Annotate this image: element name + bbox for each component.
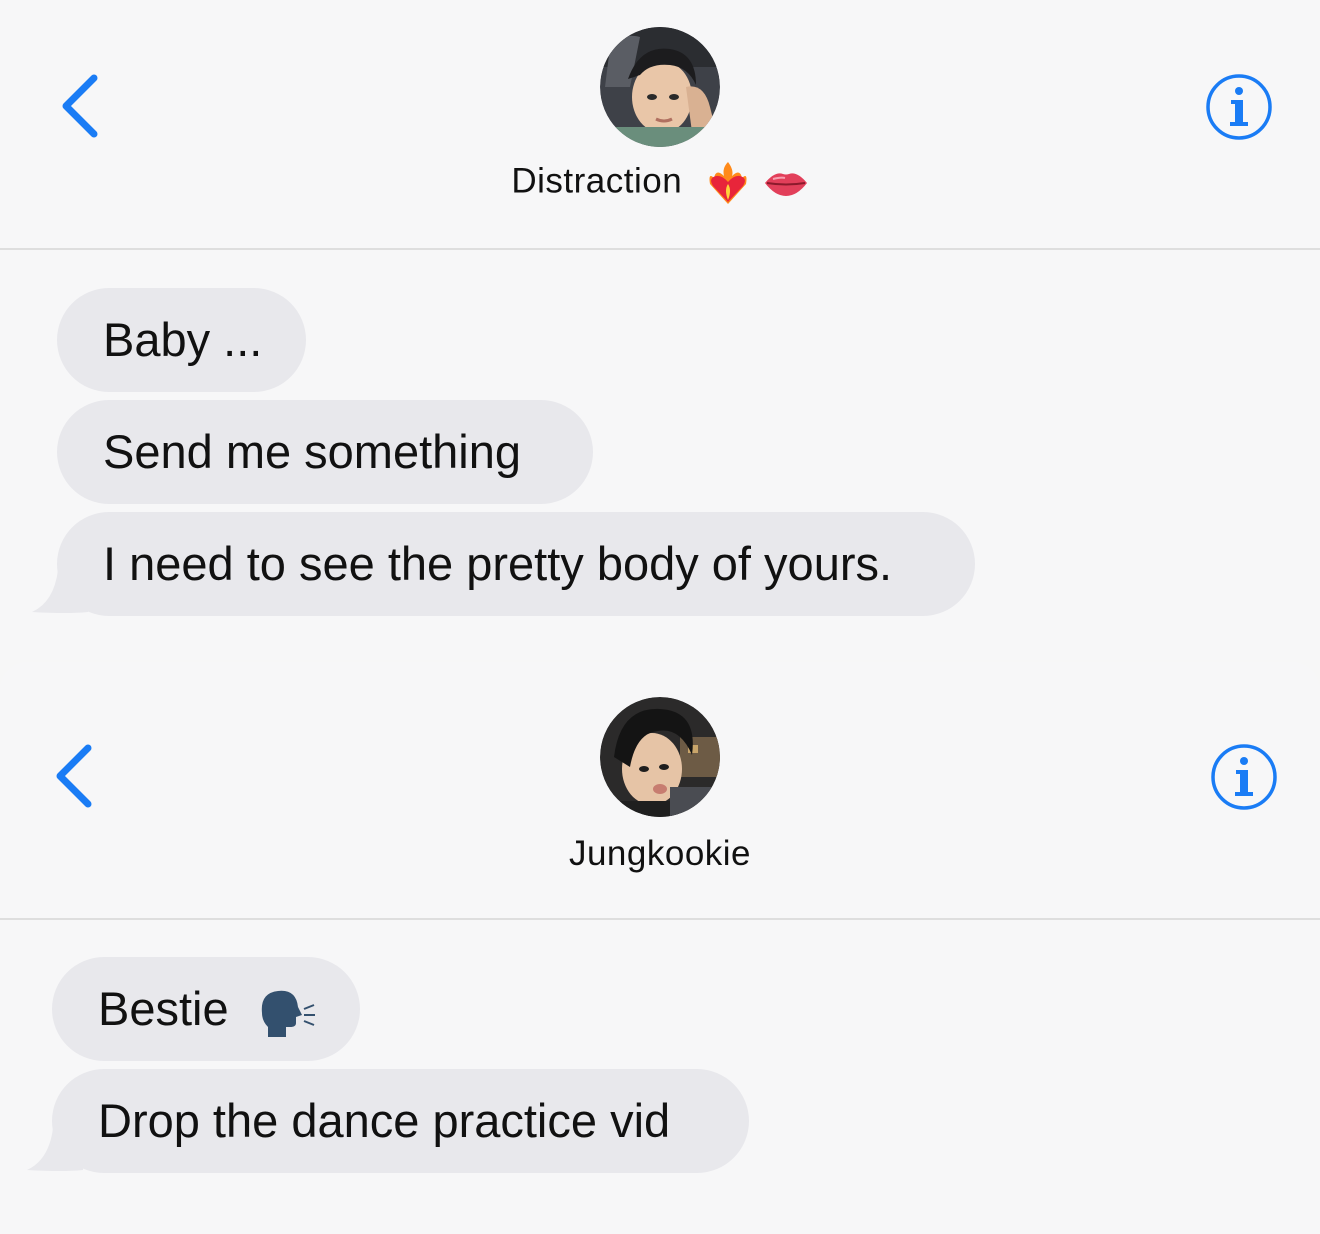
message-text: I need to see the pretty body of yours. xyxy=(103,537,893,590)
message-text: Send me something xyxy=(103,425,522,478)
name-emojis xyxy=(706,160,808,206)
contact-name: Jungkookie xyxy=(568,834,752,873)
conversation-header: Jungkookie xyxy=(0,662,1320,920)
message-bubble[interactable]: Baby ... xyxy=(57,288,306,392)
message-text: Baby ... xyxy=(103,313,263,366)
speaking-head-icon xyxy=(261,990,315,1037)
info-button[interactable] xyxy=(1203,71,1275,143)
message-text: Drop the dance practice vid xyxy=(98,1094,671,1147)
chevron-left-icon xyxy=(62,74,98,138)
message-bubble[interactable]: Drop the dance practice vid xyxy=(52,1069,749,1173)
message-text: Bestie xyxy=(98,982,229,1035)
message-bubble[interactable]: Bestie xyxy=(52,957,360,1061)
info-button[interactable] xyxy=(1208,741,1280,813)
contact-name-row[interactable]: Jungkookie xyxy=(0,834,1320,874)
avatar[interactable] xyxy=(600,27,720,147)
info-icon xyxy=(1206,74,1272,140)
conversation-panel-distraction: Distraction Baby ... Send me something I… xyxy=(0,0,1320,660)
avatar[interactable] xyxy=(600,697,720,817)
back-button[interactable] xyxy=(46,736,106,816)
chevron-left-icon xyxy=(56,744,92,808)
back-button[interactable] xyxy=(52,66,112,146)
contact-name-row[interactable]: Distraction xyxy=(0,160,1320,206)
lips-icon xyxy=(764,173,807,196)
conversation-panel-jungkookie: Jungkookie Bestie Drop the dance practic… xyxy=(0,662,1320,1234)
message-bubble[interactable]: I need to see the pretty body of yours. xyxy=(57,512,975,616)
info-icon xyxy=(1211,744,1277,810)
conversation-header: Distraction xyxy=(0,0,1320,250)
heart-on-fire-icon xyxy=(709,162,747,204)
contact-name: Distraction xyxy=(511,161,683,201)
message-bubble[interactable]: Send me something xyxy=(57,400,593,504)
